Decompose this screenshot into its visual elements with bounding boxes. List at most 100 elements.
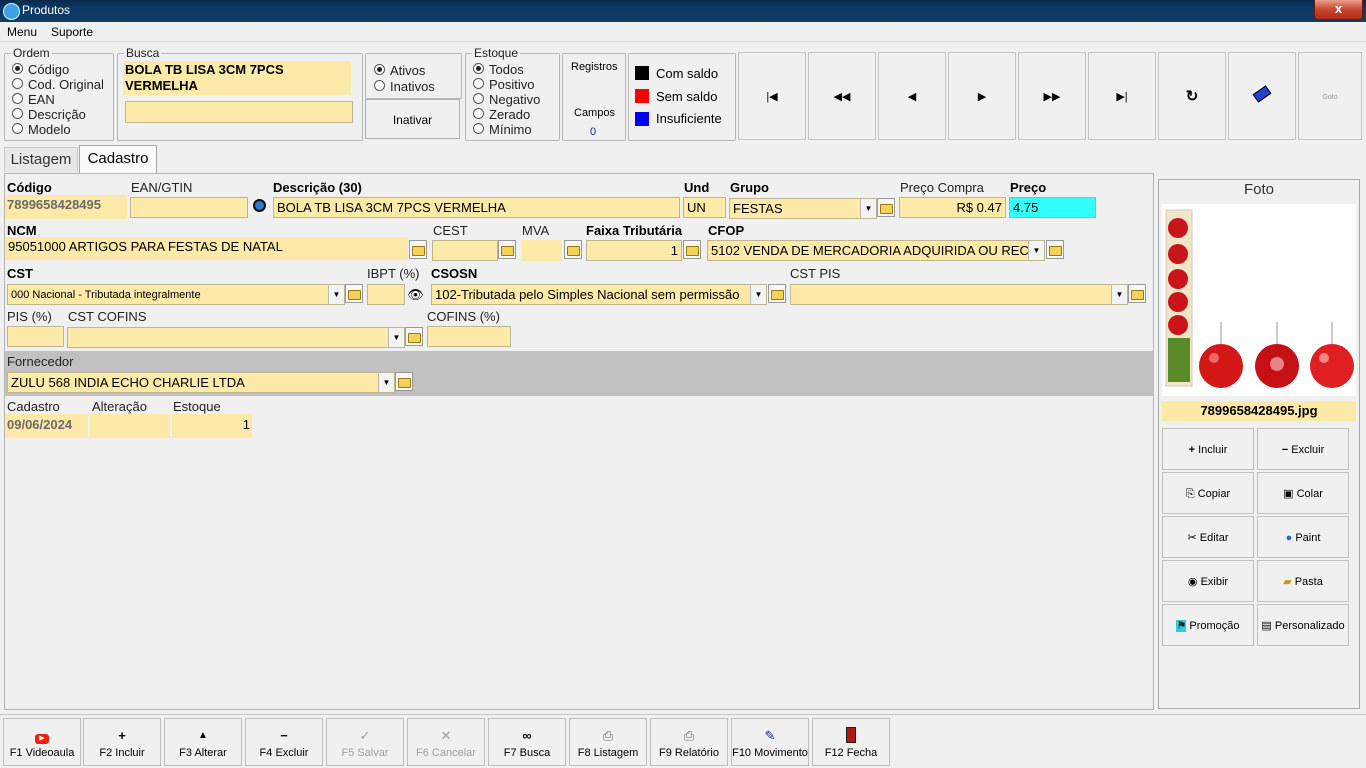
csosn-folder-button[interactable]	[768, 284, 786, 303]
scissors-icon: ✂	[1187, 532, 1200, 544]
cest-folder-button[interactable]	[498, 240, 516, 259]
cfop-select[interactable]: 5102 VENDA DE MERCADORIA ADQUIRIDA OU RE…	[707, 240, 1045, 261]
ean-field[interactable]	[130, 197, 248, 218]
status-option-ativos[interactable]: Ativos	[374, 63, 435, 79]
mva-folder-button[interactable]	[564, 240, 582, 259]
minus-icon: −	[1281, 444, 1292, 456]
nav-next-page-button[interactable]: ▶▶	[1018, 52, 1086, 140]
tab-cadastro[interactable]: Cadastro	[79, 145, 157, 173]
goto-icon: Goto	[1322, 94, 1338, 101]
f1-videoaula-button[interactable]: ▶ F1 Videoaula	[3, 718, 81, 766]
f9-relatorio-button[interactable]: ⎙ F9 Relatório	[650, 718, 728, 766]
cst-cofins-select[interactable]: ▼	[67, 327, 405, 348]
chevron-down-icon: ▼	[388, 328, 404, 347]
cfop-folder-button[interactable]	[1046, 240, 1064, 259]
nav-prev-page-button[interactable]: ◀◀	[808, 52, 876, 140]
faixa-field[interactable]: 1	[586, 240, 682, 261]
ordem-option-modelo[interactable]: Modelo	[12, 122, 104, 137]
eraser-button[interactable]	[1228, 52, 1296, 140]
menu-item-menu[interactable]: Menu	[7, 25, 37, 39]
f6-cancelar-button[interactable]: ✕ F6 Cancelar	[407, 718, 485, 766]
next-icon: ▶	[977, 91, 987, 103]
und-label: Und	[684, 180, 710, 195]
ordem-option-ean[interactable]: EAN	[12, 92, 104, 107]
f10-movimento-button[interactable]: ✎ F10 Movimento	[731, 718, 809, 766]
f12-fecha-button[interactable]: F12 Fecha	[812, 718, 890, 766]
chevron-down-icon: ▼	[860, 199, 876, 218]
foto-editar-button[interactable]: ✂ Editar	[1162, 516, 1254, 558]
grupo-folder-button[interactable]	[877, 198, 895, 217]
foto-pasta-button[interactable]: ▰ Pasta	[1257, 560, 1349, 602]
ordem-title: Ordem	[11, 46, 52, 60]
cofins-field[interactable]	[427, 326, 511, 347]
nav-last-button[interactable]: ▶|	[1088, 52, 1156, 140]
und-field[interactable]: UN	[683, 197, 726, 218]
foto-exibir-button[interactable]: ◉ Exibir	[1162, 560, 1254, 602]
cst-pis-select[interactable]: ▼	[790, 284, 1128, 305]
foto-personalizado-button[interactable]: ▤ Personalizado	[1257, 604, 1349, 646]
folder-icon	[397, 378, 411, 388]
ean-search-button[interactable]	[249, 197, 269, 218]
ordem-option-cod-original[interactable]: Cod. Original	[12, 77, 104, 92]
estoque-option-zerado[interactable]: Zerado	[473, 107, 540, 122]
estoque-option-positivo[interactable]: Positivo	[473, 77, 540, 92]
cest-field[interactable]	[432, 240, 498, 261]
eye-icon: ◉	[1187, 576, 1201, 588]
cst-folder-button[interactable]	[345, 284, 363, 303]
grupo-label: Grupo	[730, 180, 769, 195]
faixa-folder-button[interactable]	[683, 240, 701, 259]
foto-colar-button[interactable]: ▣ Colar	[1257, 472, 1349, 514]
foto-excluir-button[interactable]: − Excluir	[1257, 428, 1349, 470]
nav-prev-button[interactable]: ◀	[878, 52, 946, 140]
f8-listagem-button[interactable]: ⎙ F8 Listagem	[569, 718, 647, 766]
legend-label-insuficiente: Insuficiente	[656, 111, 722, 126]
status-option-inativos[interactable]: Inativos	[374, 79, 435, 95]
preco-compra-field[interactable]: R$ 0.47	[899, 197, 1006, 218]
ibpt-field[interactable]	[367, 284, 405, 305]
foto-promocao-button[interactable]: ⚑ Promoção	[1162, 604, 1254, 646]
estoque-option-todos[interactable]: Todos	[473, 62, 540, 77]
f4-excluir-button[interactable]: − F4 Excluir	[245, 718, 323, 766]
nav-first-button[interactable]: |◀	[738, 52, 806, 140]
status-options: Ativos Inativos	[374, 63, 435, 95]
refresh-button[interactable]: ↻	[1158, 52, 1226, 140]
foto-incluir-button[interactable]: + Incluir	[1162, 428, 1254, 470]
codigo-label: Código	[7, 180, 52, 195]
busca-input[interactable]	[125, 101, 353, 123]
eraser-icon	[1252, 85, 1272, 103]
foto-paint-button[interactable]: ● Paint	[1257, 516, 1349, 558]
f7-busca-button[interactable]: ∞ F7 Busca	[488, 718, 566, 766]
product-photo[interactable]	[1162, 204, 1356, 396]
bottom-separator	[0, 714, 1366, 715]
f3-alterar-button[interactable]: ▲ F3 Alterar	[164, 718, 242, 766]
cst-cofins-folder-button[interactable]	[405, 327, 423, 346]
ordem-option-codigo[interactable]: Código	[12, 62, 104, 77]
csosn-select[interactable]: 102-Tributada pelo Simples Nacional sem …	[431, 284, 767, 305]
foto-copiar-button[interactable]: ⎘ Copiar	[1162, 472, 1254, 514]
estoque-option-minimo[interactable]: Mínimo	[473, 122, 540, 137]
close-button[interactable]: x	[1314, 0, 1363, 20]
ncm-field[interactable]: 95051000 ARTIGOS PARA FESTAS DE NATAL	[5, 237, 408, 260]
menu-item-suporte[interactable]: Suporte	[51, 25, 93, 39]
fornecedor-folder-button[interactable]	[395, 372, 413, 391]
grupo-select[interactable]: FESTAS ▼	[729, 198, 877, 219]
cst-select[interactable]: 000 Nacional - Tributada integralmente ▼	[7, 284, 345, 305]
fornecedor-select[interactable]: ZULU 568 INDIA ECHO CHARLIE LTDA ▼	[7, 372, 395, 393]
estoque-option-negativo[interactable]: Negativo	[473, 92, 540, 107]
f5-salvar-button[interactable]: ✓ F5 Salvar	[326, 718, 404, 766]
ordem-option-descricao[interactable]: Descrição	[12, 107, 104, 122]
inativar-button[interactable]: Inativar	[365, 99, 460, 139]
f2-incluir-button[interactable]: + F2 Incluir	[83, 718, 161, 766]
preco-field[interactable]: 4.75	[1009, 197, 1096, 218]
nav-next-button[interactable]: ▶	[948, 52, 1016, 140]
ncm-folder-button[interactable]	[409, 240, 427, 259]
pis-field[interactable]	[7, 326, 64, 347]
descricao-field[interactable]: BOLA TB LISA 3CM 7PCS VERMELHA	[273, 197, 680, 218]
tab-listagem[interactable]: Listagem	[4, 147, 78, 172]
cst-pis-folder-button[interactable]	[1128, 284, 1146, 303]
folder-icon	[1048, 246, 1062, 256]
legend-swatch-com-saldo	[635, 66, 649, 80]
mva-field[interactable]	[522, 240, 562, 261]
ibpt-view-button[interactable]: 👁	[405, 284, 426, 305]
goto-button[interactable]: Goto	[1298, 52, 1362, 140]
